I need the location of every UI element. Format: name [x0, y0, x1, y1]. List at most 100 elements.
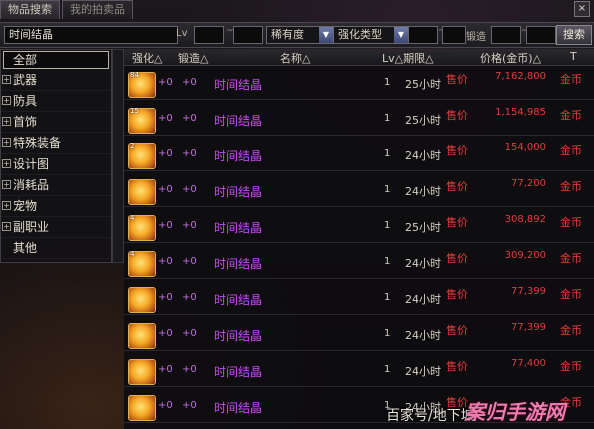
table-row[interactable]: 15 +0 +0 时间结晶 1 25小时 售价 1,154,985 金币 [124, 105, 594, 136]
item-level: 1 [384, 328, 391, 339]
item-price: 154,000 [504, 142, 546, 153]
enhance-value: +0 [158, 113, 173, 124]
rarity-select[interactable]: 稀有度 ▼ [266, 26, 334, 44]
expand-icon[interactable]: + [2, 117, 11, 126]
enhance-value: +0 [158, 328, 173, 339]
forge-value: +0 [182, 364, 197, 375]
enhance-value: +0 [158, 220, 173, 231]
category-weapons[interactable]: + 武器 [1, 70, 111, 91]
tab-my-auctions[interactable]: 我的拍卖品 [62, 0, 133, 19]
lv-max-input[interactable] [233, 26, 263, 44]
forge-value: +0 [182, 148, 197, 159]
time-crystal-icon: 4 [128, 214, 156, 241]
header-enhance[interactable]: 强化△ [132, 50, 162, 66]
enhance-type-select-label: 强化类型 [338, 28, 382, 41]
expand-icon[interactable]: + [2, 138, 11, 147]
currency-label: 金币 [560, 324, 582, 337]
enhance-value: +0 [158, 364, 173, 375]
category-all[interactable]: 全部 [3, 51, 109, 69]
table-row[interactable]: 2 +0 +0 时间结晶 1 24小时 售价 154,000 金币 [124, 140, 594, 171]
enhance-max-input[interactable] [442, 26, 466, 44]
expand-icon[interactable]: + [2, 159, 11, 168]
item-level: 1 [384, 113, 391, 124]
close-button[interactable]: × [574, 1, 590, 17]
stack-count: 4 [130, 250, 135, 258]
time-crystal-icon [128, 359, 156, 385]
stack-count: 84 [130, 71, 139, 79]
sort-hammer-icon[interactable]: T [570, 50, 577, 63]
forge-value: +0 [182, 220, 197, 231]
enhance-value: +0 [158, 256, 173, 267]
expand-icon[interactable]: + [2, 222, 11, 231]
lv-min-input[interactable] [194, 26, 224, 44]
item-level: 1 [384, 256, 391, 267]
category-other[interactable]: 其他 [1, 238, 111, 259]
expand-icon[interactable]: + [2, 180, 11, 189]
category-list: 全部 + 武器 + 防具 + 首饰 + 特殊装备 + 设计图 + 消耗品 + 宠物 + 副职业 … [0, 49, 112, 263]
table-row[interactable]: +0 +0 时间结晶 1 24小时 售价 77,399 金币 [124, 320, 594, 351]
expand-icon[interactable]: + [2, 75, 11, 84]
category-special-equipment[interactable]: + 特殊装备 [1, 133, 111, 154]
category-scrollbar[interactable] [112, 49, 124, 263]
table-row[interactable]: +0 +0 时间结晶 1 24小时 售价 77,400 金币 [124, 356, 594, 387]
item-duration: 25小时 [405, 221, 441, 234]
category-blueprints[interactable]: + 设计图 [1, 154, 111, 175]
sale-label: 售价 [446, 109, 468, 122]
item-name: 时间结晶 [214, 185, 263, 199]
results-header: 强化△ 锻造△ 名称△ Lv△期限△ 价格(金币)△ T [124, 49, 594, 66]
item-name: 时间结晶 [214, 257, 263, 271]
category-accessories[interactable]: + 首饰 [1, 112, 111, 133]
tab-item-search[interactable]: 物品搜索 [0, 0, 60, 19]
header-price[interactable]: 价格(金币)△ [480, 50, 541, 66]
header-forge[interactable]: 锻造△ [178, 50, 208, 66]
forge-min-input[interactable] [491, 26, 521, 44]
time-crystal-icon: 84 [128, 71, 156, 98]
item-name: 时间结晶 [214, 149, 263, 163]
sale-label: 售价 [446, 73, 468, 86]
sale-label: 售价 [446, 180, 468, 193]
item-duration: 24小时 [405, 149, 441, 162]
table-row[interactable]: 84 +0 +0 时间结晶 1 25小时 售价 7,162,800 金币 [124, 69, 594, 100]
time-crystal-icon: 4 [128, 250, 156, 277]
currency-label: 金币 [560, 144, 582, 157]
item-name: 时间结晶 [214, 401, 263, 415]
header-name[interactable]: 名称△ [280, 50, 310, 66]
header-lv-duration[interactable]: Lv△期限△ [382, 50, 434, 66]
table-row[interactable]: 4 +0 +0 时间结晶 1 24小时 售价 309,200 金币 [124, 248, 594, 279]
currency-label: 金币 [560, 109, 582, 122]
item-name: 时间结晶 [214, 329, 263, 343]
enhance-type-select[interactable]: 强化类型 ▼ [333, 26, 409, 44]
category-label: 副职业 [13, 220, 50, 234]
category-consumables[interactable]: + 消耗品 [1, 175, 111, 196]
item-name: 时间结晶 [214, 114, 263, 128]
category-label: 宠物 [13, 199, 38, 213]
forge-label: 锻造 [466, 32, 486, 43]
table-row[interactable]: 4 +0 +0 时间结晶 1 25小时 售价 308,892 金币 [124, 212, 594, 243]
enhance-value: +0 [158, 184, 173, 195]
forge-value: +0 [182, 184, 197, 195]
enhance-min-input[interactable] [408, 26, 438, 44]
item-duration: 25小时 [405, 78, 441, 91]
item-level: 1 [384, 364, 391, 375]
forge-value: +0 [182, 328, 197, 339]
table-row[interactable]: +0 +0 时间结晶 1 24小时 售价 77,399 金币 [124, 284, 594, 315]
item-duration: 24小时 [405, 293, 441, 306]
forge-max-input[interactable] [526, 26, 556, 44]
site-logo: 案归手游网 [465, 400, 565, 424]
expand-icon[interactable]: + [2, 201, 11, 210]
currency-label: 金币 [560, 360, 582, 373]
item-name: 时间结晶 [214, 293, 263, 307]
category-sub-profession[interactable]: + 副职业 [1, 217, 111, 238]
expand-icon[interactable]: + [2, 96, 11, 105]
table-row[interactable]: +0 +0 时间结晶 1 24小时 售价 77,200 金币 [124, 176, 594, 207]
item-name: 时间结晶 [214, 365, 263, 379]
time-crystal-icon [128, 395, 156, 421]
category-armor[interactable]: + 防具 [1, 91, 111, 112]
item-level: 1 [384, 148, 391, 159]
search-button[interactable]: 搜索 [556, 25, 592, 45]
category-pets[interactable]: + 宠物 [1, 196, 111, 217]
sale-label: 售价 [446, 216, 468, 229]
item-name-input[interactable]: 时间结晶 [4, 26, 178, 44]
sale-label: 售价 [446, 324, 468, 337]
category-label: 武器 [13, 73, 38, 87]
